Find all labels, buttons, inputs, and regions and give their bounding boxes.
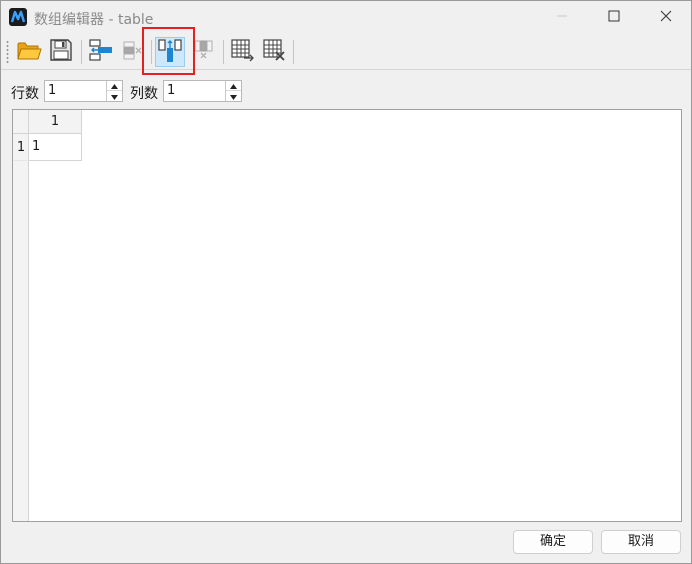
save-button[interactable] [46, 37, 76, 67]
highlight-box [142, 27, 195, 75]
cols-spin-buttons [225, 81, 241, 101]
row-header-strip [13, 134, 29, 521]
table-clear-button[interactable] [259, 37, 289, 67]
toolbar-separator [81, 40, 82, 64]
table-import-icon [229, 38, 255, 66]
rows-spinbox[interactable]: 1 [44, 80, 123, 102]
cols-label: 列数 [130, 86, 158, 102]
toolbar [1, 34, 691, 70]
grid-corner[interactable] [13, 110, 29, 134]
table-import-button[interactable] [227, 37, 257, 67]
minimize-icon [556, 10, 568, 26]
column-header[interactable]: 1 [29, 110, 82, 134]
toolbar-separator [223, 40, 224, 64]
insert-row-button[interactable] [85, 37, 115, 67]
rows-spin-buttons [106, 81, 122, 101]
arrow-down-icon [111, 89, 118, 104]
rows-label: 行数 [11, 86, 39, 102]
open-folder-icon [16, 38, 42, 66]
cols-value[interactable]: 1 [167, 83, 175, 98]
array-editor-window: 数组编辑器 - table 行数 1 列数 1 1 1 1 确定 取消 [0, 0, 692, 564]
data-grid[interactable]: 1 1 1 [12, 109, 682, 522]
delete-column-icon [192, 38, 216, 66]
close-button[interactable] [643, 1, 689, 34]
app-logo-icon [9, 8, 27, 26]
arrow-down-icon [230, 89, 237, 104]
row-header[interactable]: 1 [13, 134, 29, 161]
save-icon [49, 38, 73, 66]
title-bar[interactable]: 数组编辑器 - table [1, 1, 691, 34]
ok-button[interactable]: 确定 [513, 530, 593, 554]
minimize-button[interactable] [539, 1, 585, 34]
open-button[interactable] [14, 37, 44, 67]
rows-decrement-button[interactable] [107, 91, 122, 101]
table-cell[interactable]: 1 [29, 134, 82, 161]
cancel-button[interactable]: 取消 [601, 530, 681, 554]
toolbar-separator [293, 40, 294, 64]
rows-value[interactable]: 1 [48, 83, 56, 98]
window-title: 数组编辑器 - table [34, 12, 154, 28]
delete-row-icon [120, 38, 144, 66]
toolbar-grip[interactable] [6, 40, 9, 64]
table-clear-icon [261, 38, 287, 66]
insert-row-icon [87, 38, 113, 66]
close-icon [660, 10, 672, 26]
cols-spinbox[interactable]: 1 [163, 80, 242, 102]
maximize-button[interactable] [591, 1, 637, 34]
cols-decrement-button[interactable] [226, 91, 241, 101]
maximize-icon [608, 10, 620, 26]
